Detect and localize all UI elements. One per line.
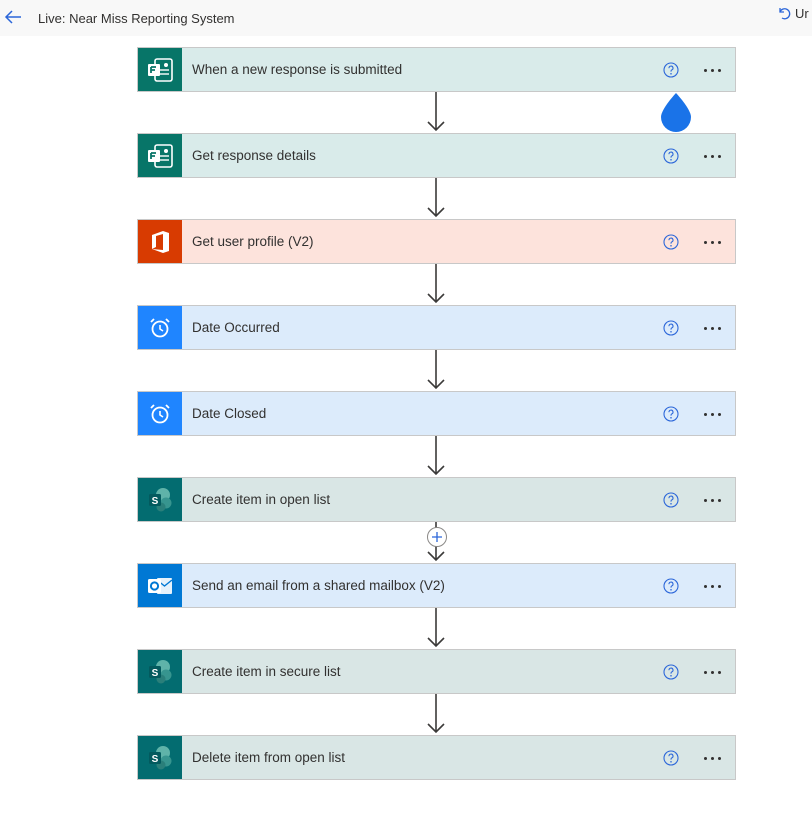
more-options-button[interactable] [700, 661, 724, 683]
flow-step-card[interactable]: S Create item in secure list [137, 649, 736, 694]
help-icon[interactable] [663, 578, 679, 594]
forms-icon [138, 134, 182, 177]
flow-step-label: Date Closed [192, 406, 267, 421]
alarm-clock-icon [138, 306, 182, 349]
help-icon[interactable] [663, 664, 679, 680]
connector-arrow-icon [427, 436, 445, 476]
help-icon[interactable] [663, 320, 679, 336]
connector-arrow-icon [427, 178, 445, 218]
flow-step-card[interactable]: Date Closed [137, 391, 736, 436]
svg-text:S: S [152, 496, 159, 507]
flow-title: Live: Near Miss Reporting System [38, 11, 235, 26]
alarm-clock-icon [138, 392, 182, 435]
undo-label: Ur [795, 5, 809, 21]
help-icon[interactable] [663, 62, 679, 78]
flow-step-label: Create item in open list [192, 492, 331, 507]
flow-step-card[interactable]: Date Occurred [137, 305, 736, 350]
flow-step-label: Delete item from open list [192, 750, 346, 765]
undo-icon [779, 8, 791, 20]
connector-arrow-icon [427, 350, 445, 390]
flow-step-label: When a new response is submitted [192, 62, 403, 77]
more-options-button[interactable] [700, 145, 724, 167]
svg-text:S: S [152, 668, 159, 679]
more-options-button[interactable] [700, 59, 724, 81]
help-icon[interactable] [663, 234, 679, 250]
more-options-button[interactable] [700, 403, 724, 425]
flow-step-card[interactable]: Send an email from a shared mailbox (V2) [137, 563, 736, 608]
more-options-button[interactable] [700, 747, 724, 769]
svg-text:S: S [152, 754, 159, 765]
undo-button[interactable]: Ur [776, 3, 809, 23]
flow-step-card[interactable]: When a new response is submitted [137, 47, 736, 92]
more-options-button[interactable] [700, 489, 724, 511]
flow-step-card[interactable]: S Create item in open list [137, 477, 736, 522]
flow-step-card[interactable]: Get user profile (V2) [137, 219, 736, 264]
flow-step-card[interactable]: S Delete item from open list [137, 735, 736, 780]
help-icon[interactable] [663, 148, 679, 164]
more-options-button[interactable] [700, 575, 724, 597]
help-icon[interactable] [663, 406, 679, 422]
sharepoint-icon: S [138, 736, 182, 779]
flow-step-label: Get user profile (V2) [192, 234, 314, 249]
drop-marker-icon [661, 93, 691, 132]
flow-step-label: Send an email from a shared mailbox (V2) [192, 578, 445, 593]
top-bar: Live: Near Miss Reporting System Ur [0, 0, 812, 36]
office-icon [138, 220, 182, 263]
flow-step-label: Create item in secure list [192, 664, 341, 679]
help-icon[interactable] [663, 750, 679, 766]
more-options-button[interactable] [700, 317, 724, 339]
connector-arrow-icon [427, 92, 445, 132]
forms-icon [138, 48, 182, 91]
insert-step-button[interactable] [426, 526, 448, 548]
sharepoint-icon: S [138, 478, 182, 521]
help-icon[interactable] [663, 492, 679, 508]
outlook-icon [138, 564, 182, 607]
connector-arrow-icon [427, 608, 445, 648]
sharepoint-icon: S [138, 650, 182, 693]
flow-step-label: Get response details [192, 148, 316, 163]
connector-arrow-icon [427, 694, 445, 734]
connector-arrow-icon [427, 264, 445, 304]
more-options-button[interactable] [700, 231, 724, 253]
flow-step-label: Date Occurred [192, 320, 280, 335]
flow-step-card[interactable]: Get response details [137, 133, 736, 178]
back-arrow-icon[interactable] [2, 6, 24, 28]
